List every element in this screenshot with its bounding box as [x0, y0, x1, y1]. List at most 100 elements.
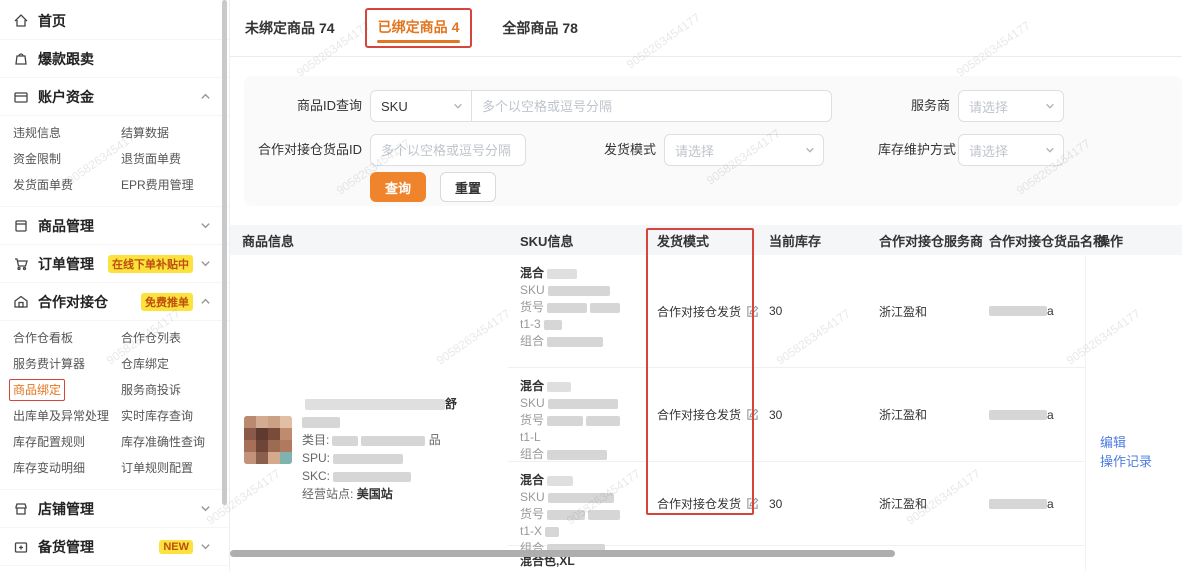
- col-header-sku-info: SKU信息: [508, 231, 645, 250]
- provider-cell: 浙江盈和: [867, 368, 977, 462]
- sidebar-item-order-rule-config[interactable]: 订单规则配置: [121, 455, 223, 481]
- sidebar-item-shop-mgmt[interactable]: 店铺管理: [0, 490, 229, 528]
- product-spu: SPU:: [302, 449, 504, 467]
- sidebar-item-fee-calculator[interactable]: 服务费计算器: [13, 351, 121, 377]
- chevron-down-icon: [453, 101, 463, 111]
- chevron-down-icon: [1045, 145, 1055, 155]
- partner-goods-id-input[interactable]: [371, 135, 526, 165]
- bag-icon: [13, 51, 29, 67]
- sidebar-item-return-label-fee[interactable]: 退货面单费: [121, 146, 223, 172]
- warehouse-icon: [13, 294, 29, 310]
- provider-label: 服务商: [894, 90, 950, 122]
- sku-info-cell: 混合 SKU 货号 t1-3 组合: [508, 255, 645, 368]
- horizontal-scrollbar-thumb[interactable]: [230, 550, 895, 557]
- order-subsidy-badge: 在线下单补贴中: [108, 255, 193, 273]
- products-table: 商品信息 SKU信息 发货模式 当前库存 合作对接仓服务商 合作对接仓货品名称 …: [230, 225, 1182, 571]
- partner-goods-id-group: [370, 134, 526, 166]
- app-window: 9058263454177 9058263454177 905826345417…: [0, 0, 1182, 571]
- sku-type-select[interactable]: SKU: [371, 91, 471, 121]
- main-content: 未绑定商品74 已绑定商品4 全部商品78 商品ID查询 SKU 服务商: [230, 0, 1182, 571]
- sku-info-cell: 混合 SKU 货号 t1-L 组合: [508, 368, 645, 462]
- delivery-mode-cell: 合作对接仓发货: [645, 368, 757, 462]
- partner-goods-id-label: 合作对接仓货品ID: [244, 134, 362, 166]
- sidebar-item-stock-accuracy-query[interactable]: 库存准确性查询: [121, 429, 223, 455]
- sidebar-item-hot-follow[interactable]: 爆款跟卖: [0, 40, 229, 78]
- delivery-mode-cell: 合作对接仓发货: [645, 255, 757, 368]
- col-header-current-stock: 当前库存: [757, 231, 867, 250]
- actions-cell: 编辑 操作记录: [1085, 255, 1182, 571]
- sidebar-item-warehouse-binding[interactable]: 仓库绑定: [121, 351, 223, 377]
- account-funds-submenu: 违规信息 结算数据 资金限制 退货面单费 发货面单费 EPR费用管理: [0, 116, 229, 207]
- operation-log-link[interactable]: 操作记录: [1100, 452, 1182, 471]
- cart-icon: [13, 256, 29, 272]
- delivery-mode-cell: 合作对接仓发货: [645, 462, 757, 546]
- chevron-down-icon: [805, 145, 815, 155]
- sidebar-item-account-funds[interactable]: 账户资金: [0, 78, 229, 116]
- product-title-line2: [302, 413, 504, 431]
- product-id-input[interactable]: [472, 91, 831, 121]
- sidebar-item-stock-config-rules[interactable]: 库存配置规则: [13, 429, 121, 455]
- sku-info-cell: 混合 SKU 货号 t1-X 组合: [508, 462, 645, 546]
- box-plus-icon: [13, 539, 29, 555]
- reset-button[interactable]: 重置: [440, 172, 496, 202]
- goods-name-cell: a: [977, 255, 1085, 368]
- product-info-cell: 舒 类目: 品 SPU: SKC: 经营站点: 美国站: [230, 255, 508, 571]
- col-header-partner-provider: 合作对接仓服务商: [867, 231, 977, 250]
- inventory-maintain-label: 库存维护方式: [872, 134, 956, 166]
- stock-cell: 30: [757, 462, 867, 546]
- sidebar-item-home[interactable]: 首页: [0, 2, 229, 40]
- filter-panel: 商品ID查询 SKU 服务商 请选择 合作对接仓货品ID: [244, 76, 1182, 206]
- tab-all-products[interactable]: 全部商品78: [502, 18, 578, 38]
- tab-unbound-products[interactable]: 未绑定商品74: [245, 18, 335, 38]
- sidebar-item-order-mgmt[interactable]: 订单管理 在线下单补贴中: [0, 245, 229, 283]
- home-icon: [13, 13, 29, 29]
- product-image: [244, 416, 292, 464]
- provider-select[interactable]: 请选择: [958, 90, 1064, 122]
- sidebar-item-settlement-data[interactable]: 结算数据: [121, 120, 223, 146]
- chevron-up-icon: [200, 296, 211, 307]
- sidebar-item-stock-change-detail[interactable]: 库存变动明细: [13, 455, 121, 481]
- chevron-up-icon: [200, 91, 211, 102]
- product-skc: SKC:: [302, 467, 504, 485]
- stock-cell: 30: [757, 255, 867, 368]
- product-category: 类目: 品: [302, 431, 504, 449]
- table-body: 舒 类目: 品 SPU: SKC: 经营站点: 美国站 混合 SKU 货号: [230, 255, 1182, 571]
- col-header-product-info: 商品信息: [230, 231, 508, 250]
- provider-cell: 浙江盈和: [867, 462, 977, 546]
- chevron-down-icon: [200, 541, 211, 552]
- table-header: 商品信息 SKU信息 发货模式 当前库存 合作对接仓服务商 合作对接仓货品名称 …: [230, 225, 1182, 255]
- col-header-partner-goods-name: 合作对接仓货品名称: [977, 231, 1085, 250]
- provider-cell: 浙江盈和: [867, 255, 977, 368]
- chevron-down-icon: [200, 258, 211, 269]
- sidebar: 首页 爆款跟卖 账户资金 违规信息 结算数据 资金限制 退货面单费 发货面单费 …: [0, 0, 230, 571]
- stock-cell: 30: [757, 368, 867, 462]
- sidebar-item-outbound-exceptions[interactable]: 出库单及异常处理: [13, 403, 121, 429]
- sidebar-item-restock-mgmt[interactable]: 备货管理 NEW: [0, 528, 229, 566]
- sidebar-item-warehouse-board[interactable]: 合作仓看板: [13, 325, 121, 351]
- free-push-badge: 免费推单: [141, 293, 193, 311]
- tab-bound-products[interactable]: 已绑定商品4: [365, 8, 473, 48]
- sidebar-item-fund-limit[interactable]: 资金限制: [13, 146, 121, 172]
- sidebar-item-product-mgmt[interactable]: 商品管理: [0, 207, 229, 245]
- sidebar-item-provider-complaint[interactable]: 服务商投诉: [121, 377, 223, 403]
- goods-name-cell: a: [977, 462, 1085, 546]
- col-header-actions: 操作: [1085, 231, 1182, 250]
- shop-icon: [13, 501, 29, 517]
- product-id-query-group: SKU: [370, 90, 832, 122]
- sidebar-item-warehouse-list[interactable]: 合作仓列表: [121, 325, 223, 351]
- search-button[interactable]: 查询: [370, 172, 426, 202]
- edit-link[interactable]: 编辑: [1100, 433, 1182, 452]
- sidebar-item-realtime-stock-query[interactable]: 实时库存查询: [121, 403, 223, 429]
- sidebar-item-violation-info[interactable]: 违规信息: [13, 120, 121, 146]
- partner-warehouse-submenu: 合作仓看板 合作仓列表 服务费计算器 仓库绑定 商品绑定 服务商投诉 出库单及异…: [0, 321, 229, 490]
- sidebar-item-epr-fee[interactable]: EPR费用管理: [121, 172, 223, 198]
- sidebar-item-shipping-label-fee[interactable]: 发货面单费: [13, 172, 121, 198]
- sidebar-item-product-binding[interactable]: 商品绑定: [9, 379, 65, 401]
- sidebar-item-inventory-mgmt[interactable]: 库存管理: [0, 566, 229, 571]
- chevron-down-icon: [200, 220, 211, 231]
- delivery-mode-select[interactable]: 请选择: [664, 134, 824, 166]
- delivery-mode-label: 发货模式: [600, 134, 656, 166]
- sidebar-scrollbar[interactable]: [222, 0, 227, 505]
- inventory-maintain-select[interactable]: 请选择: [958, 134, 1064, 166]
- sidebar-item-partner-warehouse[interactable]: 合作对接仓 免费推单: [0, 283, 229, 321]
